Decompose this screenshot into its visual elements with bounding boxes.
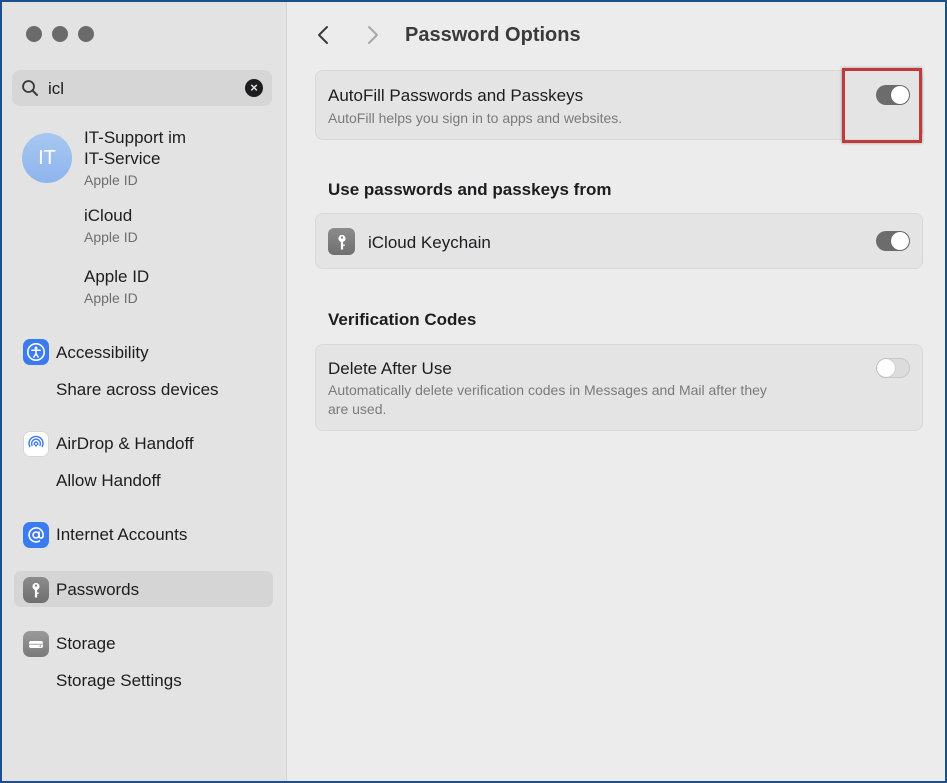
airdrop-icon <box>23 431 49 457</box>
sidebar-item-storage[interactable]: Storage <box>56 634 116 654</box>
minimize-window-button[interactable] <box>52 26 68 42</box>
sidebar-result-apple-id-subtitle: Apple ID <box>84 290 138 306</box>
window-controls <box>26 26 94 42</box>
sidebar-result-allow-handoff[interactable]: Allow Handoff <box>56 471 161 491</box>
autofill-title: AutoFill Passwords and Passkeys <box>328 86 584 105</box>
account-subtitle: Apple ID <box>84 172 138 188</box>
close-window-button[interactable] <box>26 26 42 42</box>
sidebar-item-accessibility[interactable]: Accessibility <box>56 343 149 363</box>
sidebar-item-airdrop-handoff[interactable]: AirDrop & Handoff <box>56 434 194 454</box>
sidebar-item-passwords[interactable]: Passwords <box>56 580 139 600</box>
search-icon <box>22 80 38 96</box>
clear-icon[interactable]: × <box>245 79 263 97</box>
account-name-line2[interactable]: IT-Service <box>84 148 161 169</box>
search-input[interactable]: icl <box>48 79 64 99</box>
sidebar-selection-highlight <box>14 571 273 607</box>
toggle-knob <box>877 359 895 377</box>
sources-heading: Use passwords and passkeys from <box>328 180 612 199</box>
account-name-line1[interactable]: IT-Support im <box>84 127 186 148</box>
search-field[interactable]: icl × <box>12 70 272 106</box>
highlight-box <box>842 68 922 143</box>
sidebar-result-icloud-subtitle: Apple ID <box>84 229 138 245</box>
delete-after-use-description-line1: Automatically delete verification codes … <box>328 382 767 398</box>
sidebar-result-apple-id[interactable]: Apple ID <box>84 266 149 287</box>
sidebar: icl × IT IT-Support im IT-Service Apple … <box>2 2 287 781</box>
forward-chevron-icon[interactable] <box>361 24 383 46</box>
sidebar-result-share-across-devices[interactable]: Share across devices <box>56 380 219 400</box>
zoom-window-button[interactable] <box>78 26 94 42</box>
verification-heading: Verification Codes <box>328 310 477 329</box>
delete-after-use-description-line2: are used. <box>328 401 387 417</box>
sidebar-result-storage-settings[interactable]: Storage Settings <box>56 671 182 691</box>
drive-icon <box>23 631 49 657</box>
page-title: Password Options <box>405 24 581 46</box>
keychain-key-icon <box>328 228 355 255</box>
key-icon <box>23 577 49 603</box>
delete-after-use-card: Delete After Use Automatically delete ve… <box>315 344 923 431</box>
accessibility-icon <box>23 339 49 365</box>
avatar[interactable]: IT <box>22 133 72 183</box>
keychain-title: iCloud Keychain <box>368 233 491 252</box>
back-chevron-icon[interactable] <box>313 24 335 46</box>
toggle-knob <box>891 232 909 250</box>
icloud-keychain-toggle[interactable] <box>876 231 910 251</box>
keychain-card: iCloud Keychain <box>315 213 923 269</box>
autofill-description: AutoFill helps you sign in to apps and w… <box>328 110 623 126</box>
delete-after-use-title: Delete After Use <box>328 359 452 378</box>
at-sign-icon <box>23 522 49 548</box>
app-window: icl × IT IT-Support im IT-Service Apple … <box>0 0 947 783</box>
delete-after-use-toggle[interactable] <box>876 358 910 378</box>
settings-pane: Password Options AutoFill Passwords and … <box>287 2 945 781</box>
autofill-card: AutoFill Passwords and Passkeys AutoFill… <box>315 70 923 140</box>
sidebar-item-internet-accounts[interactable]: Internet Accounts <box>56 525 187 545</box>
sidebar-result-icloud[interactable]: iCloud <box>84 205 132 226</box>
